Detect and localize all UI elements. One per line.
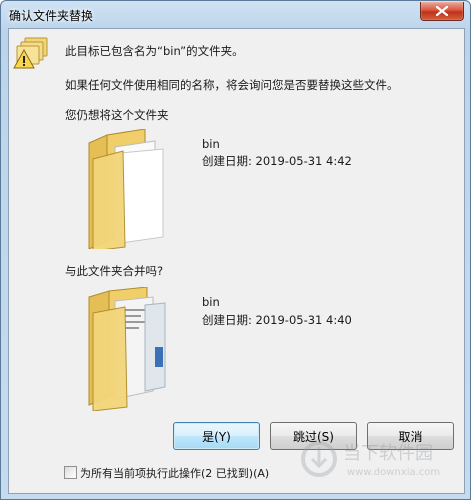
window-title: 确认文件夹替换	[9, 9, 94, 23]
yes-button[interactable]: 是(Y)	[173, 422, 260, 450]
watermark-logo: 当下软件园 www.downxia.com	[299, 429, 469, 499]
message-line-2: 如果任何文件使用相同的名称，将会询问您是否要替换这些文件。	[65, 78, 399, 92]
close-button[interactable]	[420, 2, 464, 21]
title-bar[interactable]: 确认文件夹替换	[1, 1, 470, 28]
prompt-keep: 您仍想将这个文件夹	[65, 108, 169, 122]
dialog-window: 确认文件夹替换 此目标已包含名为“bin”的文件夹。 如果任何文件使用相同的名称…	[0, 0, 471, 500]
target-folder-date: 创建日期: 2019-05-31 4:42	[202, 154, 352, 168]
watermark-text: 当下软件园	[343, 443, 433, 464]
source-folder-date: 创建日期: 2019-05-31 4:40	[202, 313, 352, 327]
warning-icon	[13, 48, 35, 73]
watermark-url: www.downxia.com	[347, 467, 441, 478]
folder-icon[interactable]	[85, 286, 175, 415]
dialog-body: 此目标已包含名为“bin”的文件夹。 如果任何文件使用相同的名称，将会询问您是否…	[8, 28, 465, 494]
folder-icon[interactable]	[85, 128, 171, 253]
apply-all-label[interactable]: 为所有当前项执行此操作(2 已找到)(A)	[80, 465, 269, 481]
prompt-merge: 与此文件夹合并吗?	[65, 264, 164, 278]
source-folder-name: bin	[202, 295, 220, 309]
apply-all-checkbox[interactable]	[64, 466, 77, 479]
target-folder-name: bin	[202, 137, 220, 151]
message-line-1: 此目标已包含名为“bin”的文件夹。	[65, 44, 244, 58]
